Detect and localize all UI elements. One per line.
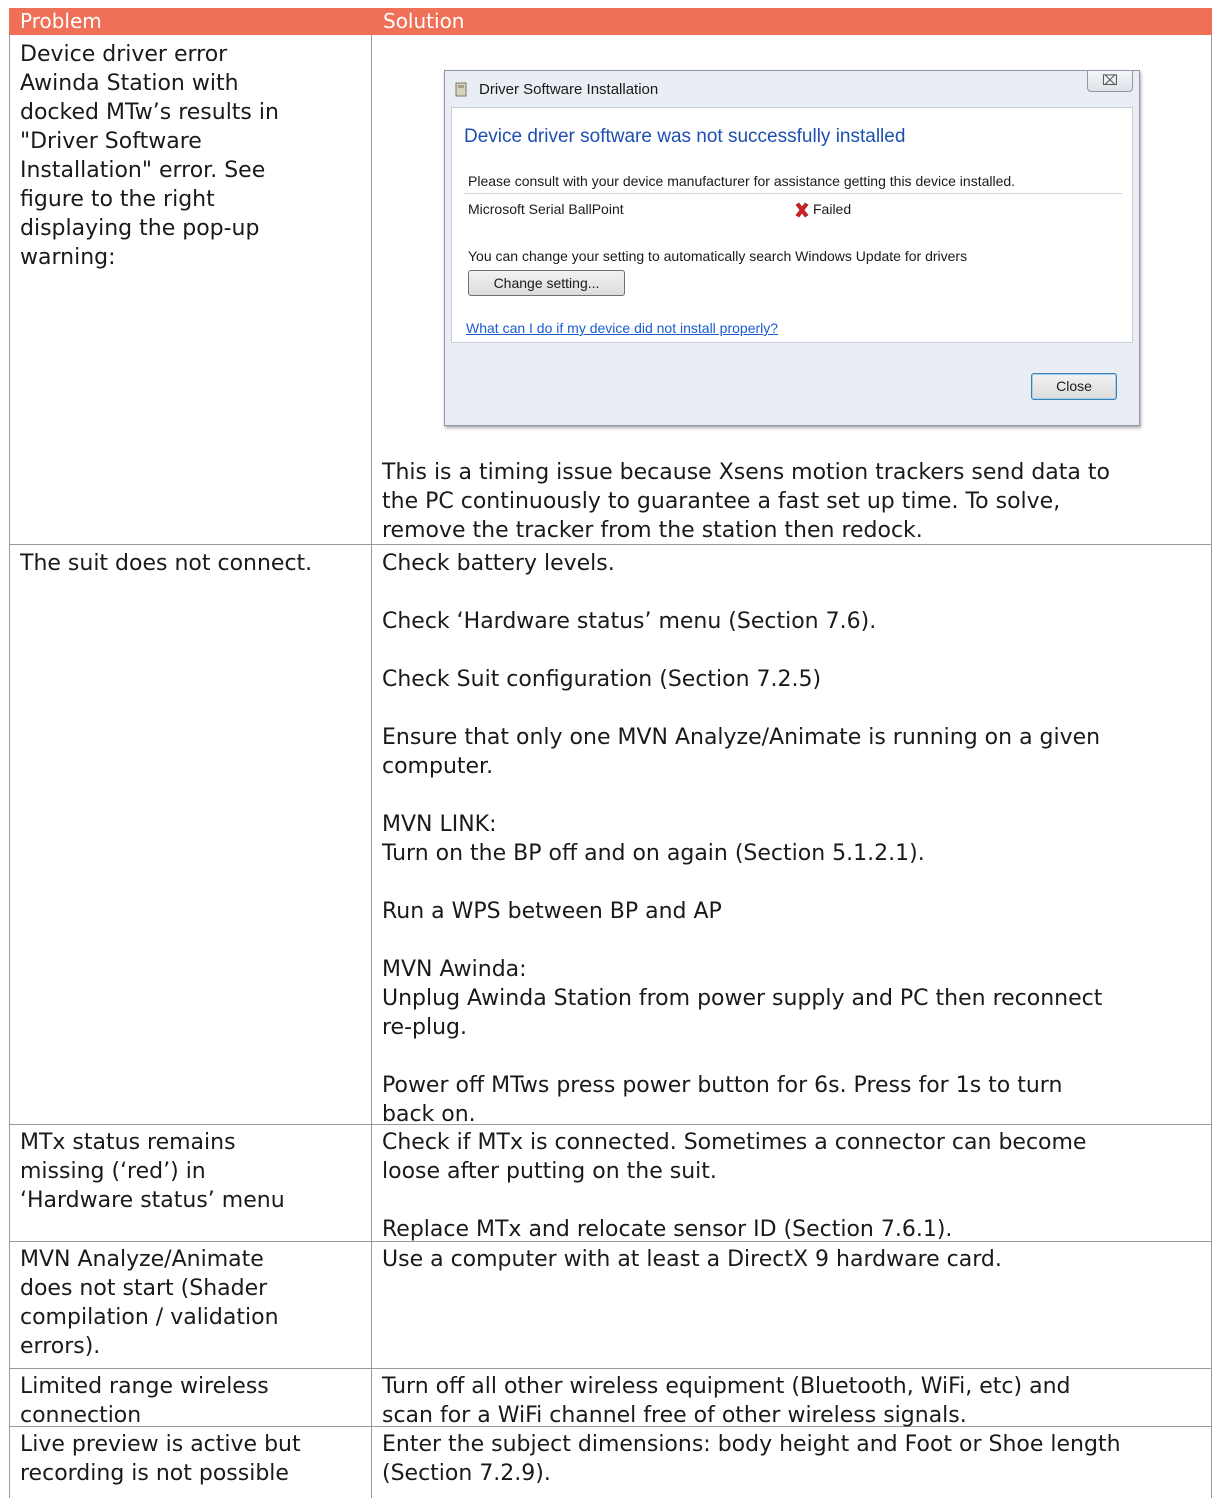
- dialog-footer: Close: [451, 343, 1131, 413]
- help-link[interactable]: What can I do if my device did not insta…: [466, 320, 778, 336]
- dialog-heading: Device driver software was not successfu…: [464, 126, 906, 147]
- table-header: Problem Solution: [9, 8, 1212, 35]
- update-note: You can change your setting to automatic…: [468, 248, 968, 264]
- device-name: Microsoft Serial BallPoint: [468, 201, 624, 217]
- solution-cell-5: Turn off all other wireless equipment (B…: [382, 1374, 1071, 1428]
- change-setting-button[interactable]: Change setting...: [468, 270, 625, 296]
- problem-cell-5: Limited range wireless connection: [20, 1374, 269, 1428]
- driver-install-dialog: Driver Software Installation ⌧ Device dr…: [444, 70, 1140, 426]
- problem-cell-6: Live preview is active but recording is …: [20, 1432, 301, 1486]
- solution-cell-4: Use a computer with at least a DirectX 9…: [382, 1247, 1002, 1272]
- status-text: Failed: [813, 201, 852, 217]
- consult-text: Please consult with your device manufact…: [468, 173, 1016, 189]
- header-problem: Problem: [20, 9, 102, 33]
- close-button[interactable]: Close: [1031, 373, 1117, 400]
- solution-cell-3: Check if MTx is connected. Sometimes a c…: [382, 1130, 1087, 1242]
- row-divider: [9, 1368, 1212, 1369]
- header-solution: Solution: [383, 9, 465, 33]
- table-border-left: [9, 35, 10, 1498]
- solution-cell-6: Enter the subject dimensions: body heigh…: [382, 1432, 1121, 1486]
- problem-cell-4: MVN Analyze/Animate does not start (Shad…: [20, 1247, 279, 1359]
- problem-cell-2: The suit does not connect.: [20, 551, 313, 576]
- close-icon[interactable]: ⌧: [1087, 71, 1133, 92]
- solution-cell-1: This is a timing issue because Xsens mot…: [382, 460, 1110, 543]
- solution-cell-2: Check battery levels. Check ‘Hardware st…: [382, 551, 1103, 1127]
- device-icon: [455, 82, 467, 97]
- column-divider: [371, 35, 372, 1498]
- failed-x-icon: [795, 202, 809, 218]
- dialog-title: Driver Software Installation: [479, 81, 659, 98]
- separator: [464, 193, 1122, 194]
- problem-cell-3: MTx status remains missing (‘red’) in ‘H…: [20, 1130, 285, 1213]
- dialog-body: Device driver software was not successfu…: [451, 107, 1133, 343]
- problem-cell-1: Device driver error Awinda Station with …: [20, 42, 279, 270]
